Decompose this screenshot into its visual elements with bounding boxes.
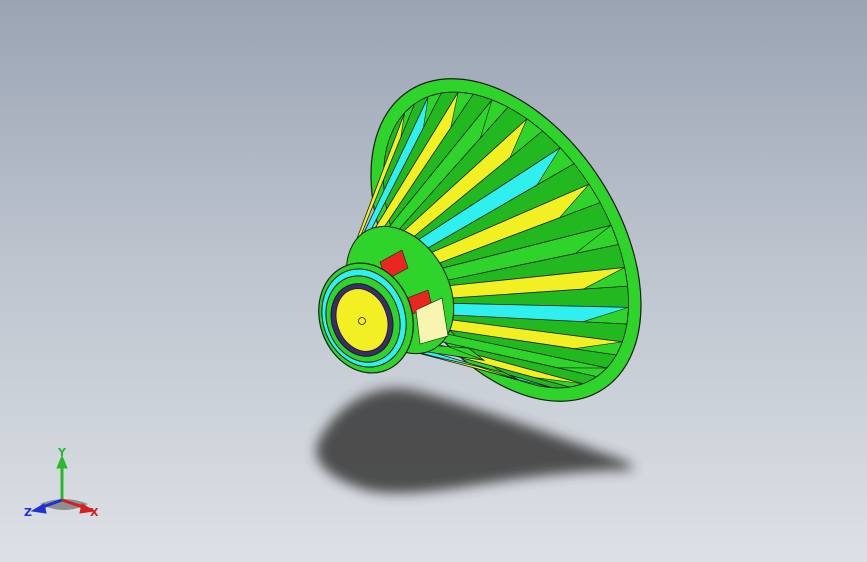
triad-z-label: Z [24, 506, 32, 519]
triad-y-label: Y [57, 446, 67, 459]
model-shadow [316, 388, 633, 494]
hub-center-hole [358, 317, 366, 325]
graphics-viewport[interactable]: Y X Z [0, 0, 867, 562]
turbine-runner[interactable] [304, 30, 697, 451]
triad-x-label: X [90, 506, 99, 519]
triad-z-arrow [30, 503, 47, 514]
model-scene[interactable] [0, 0, 867, 562]
orientation-triad[interactable]: Y X Z [22, 446, 106, 526]
